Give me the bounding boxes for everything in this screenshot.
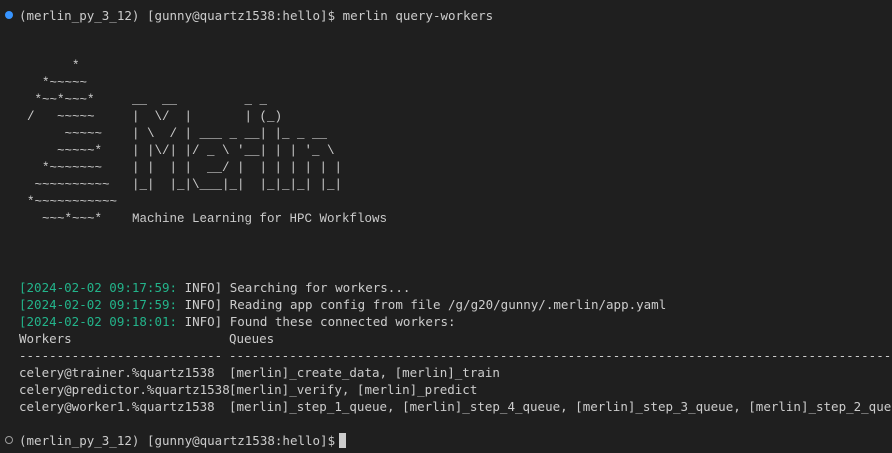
worker-name: celery@worker1.%quartz1538	[19, 399, 215, 414]
table-row: celery@predictor.%quartz1538 [merlin]_ver…	[19, 381, 477, 398]
terminal-window[interactable]: { "prompt": { "env": "(merlin_py_3_12)",…	[0, 0, 892, 453]
log-timestamp: [2024-02-02 09:17:59:	[19, 297, 178, 312]
worker-queues: [merlin]_verify, [merlin]_predict	[229, 382, 478, 397]
command-text: merlin query-workers	[342, 8, 494, 23]
log-line: [2024-02-02 09:17:59: INFO] Reading app …	[19, 296, 666, 313]
rule-queues: ----------------------------------------…	[229, 348, 892, 363]
log-message: Reading app config from file /g/g20/gunn…	[229, 297, 667, 312]
prompt-env: (merlin_py_3_12)	[19, 433, 140, 448]
prompt-user-host-dir: [gunny@quartz1538:hello]$	[146, 8, 336, 23]
log-level: INFO]	[184, 314, 223, 329]
log-timestamp: [2024-02-02 09:18:01:	[19, 314, 178, 329]
worker-name: celery@predictor.%quartz1538	[19, 382, 230, 397]
prompt-env: (merlin_py_3_12)	[19, 8, 140, 23]
log-message: Searching for workers...	[229, 280, 411, 295]
worker-name: celery@trainer.%quartz1538	[19, 365, 215, 380]
log-level: INFO]	[184, 297, 223, 312]
header-queues: Queues	[229, 331, 275, 346]
command-status-dot[interactable]	[5, 11, 13, 19]
table-header: Workers Queues	[19, 330, 274, 347]
command-line: (merlin_py_3_12) [gunny@quartz1538:hello…	[19, 7, 493, 24]
log-timestamp: [2024-02-02 09:17:59:	[19, 280, 178, 295]
table-row: celery@trainer.%quartz1538 [merlin]_creat…	[19, 364, 500, 381]
table-rule: --------------------------- -------------…	[19, 347, 892, 364]
worker-queues: [merlin]_create_data, [merlin]_train	[229, 365, 500, 380]
prompt-user-host-dir: [gunny@quartz1538:hello]$	[146, 433, 336, 448]
merlin-ascii-logo: * *~~~~~ *~~*~~~* __ __ _ _ / ~~~~~ | \/…	[27, 59, 388, 226]
idle-status-dot[interactable]	[5, 436, 13, 444]
rule-workers: ---------------------------	[19, 348, 223, 363]
log-message: Found these connected workers:	[229, 314, 456, 329]
log-line: [2024-02-02 09:17:59: INFO] Searching fo…	[19, 279, 410, 296]
log-line: [2024-02-02 09:18:01: INFO] Found these …	[19, 313, 456, 330]
header-workers: Workers	[19, 331, 72, 346]
table-row: celery@worker1.%quartz1538 [merlin]_step_…	[19, 398, 892, 415]
log-level: INFO]	[184, 280, 223, 295]
active-prompt-line[interactable]: (merlin_py_3_12) [gunny@quartz1538:hello…	[19, 432, 347, 449]
text-cursor	[339, 433, 347, 448]
worker-queues: [merlin]_step_1_queue, [merlin]_step_4_q…	[229, 399, 892, 414]
